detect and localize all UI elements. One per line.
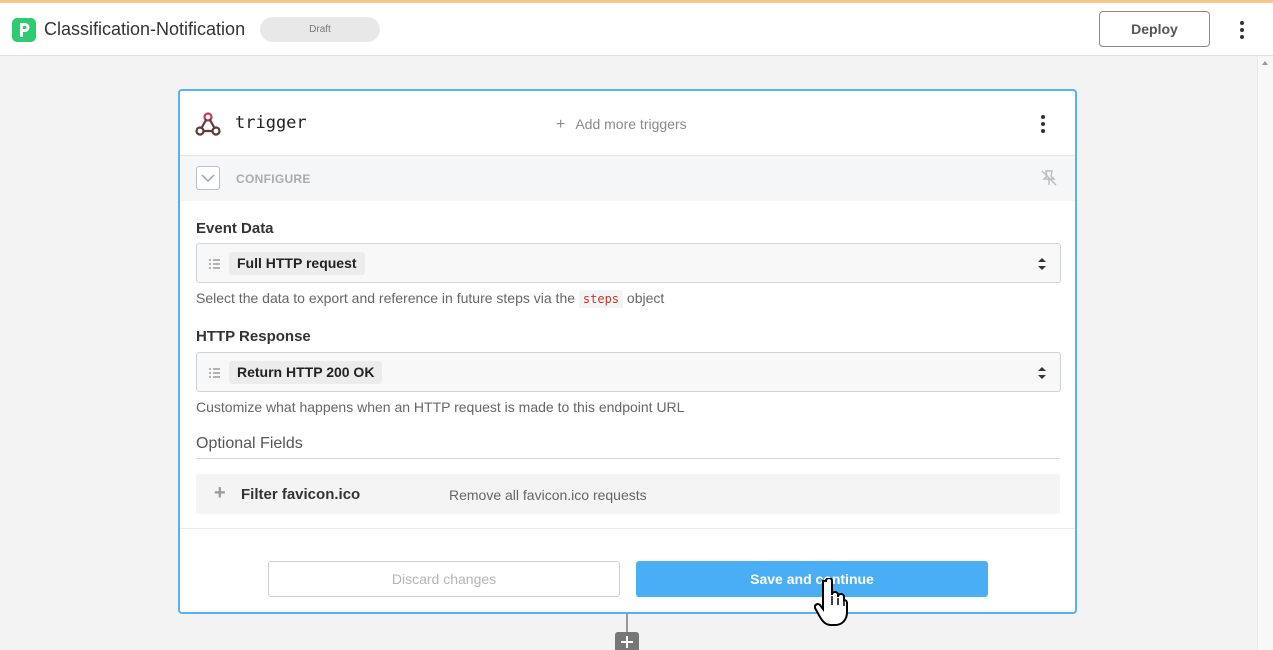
workflow-title[interactable]: Classification-Notification — [44, 19, 245, 40]
step-title[interactable]: trigger — [235, 113, 307, 133]
steps-code: steps — [578, 290, 624, 308]
configure-section-header[interactable]: CONFIGURE — [180, 155, 1075, 201]
plus-icon[interactable]: + — [214, 482, 226, 505]
optional-field-row[interactable]: + Filter favicon.ico Remove all favicon.… — [196, 474, 1060, 514]
status-badge: Draft — [260, 17, 380, 42]
hand-pointer-cursor-icon — [813, 577, 848, 631]
event-data-help: Select the data to export and reference … — [196, 290, 665, 308]
step-menu-icon[interactable] — [1033, 112, 1053, 136]
optional-field-description: Remove all favicon.ico requests — [449, 487, 647, 503]
collapse-toggle-button[interactable] — [196, 166, 220, 190]
unpin-icon[interactable] — [1040, 169, 1058, 192]
selected-value-chip: Full HTTP request — [229, 252, 365, 275]
vertical-scrollbar[interactable] — [1257, 56, 1273, 650]
list-icon — [209, 368, 220, 378]
scroll-up-arrow-icon[interactable] — [1262, 61, 1268, 65]
plus-icon: + — [556, 116, 566, 133]
list-icon — [209, 259, 220, 269]
event-data-select[interactable]: Full HTTP request — [196, 243, 1061, 283]
configure-label: CONFIGURE — [236, 172, 311, 186]
save-and-continue-button[interactable]: Save and continue — [636, 561, 988, 597]
optional-fields-heading: Optional Fields — [196, 435, 1060, 459]
pipedream-logo-icon[interactable] — [12, 18, 36, 42]
webhook-icon — [195, 111, 221, 142]
divider — [180, 528, 1075, 529]
step-connector-line — [626, 614, 628, 632]
deploy-button[interactable]: Deploy — [1099, 11, 1210, 47]
http-response-select[interactable]: Return HTTP 200 OK — [196, 352, 1061, 392]
add-more-triggers-link[interactable]: + Add more triggers — [556, 116, 687, 134]
select-arrows-icon — [1038, 367, 1046, 379]
help-text: Select the data to export and reference … — [196, 290, 576, 306]
header-menu-icon[interactable] — [1232, 18, 1252, 42]
add-step-plus-icon[interactable] — [615, 632, 639, 650]
app-header: Classification-Notification Draft Deploy — [0, 3, 1273, 56]
discard-changes-button[interactable]: Discard changes — [268, 561, 620, 597]
help-text-suffix: object — [626, 290, 665, 306]
add-more-triggers-label: Add more triggers — [575, 116, 687, 132]
http-response-help: Customize what happens when an HTTP requ… — [196, 399, 685, 415]
event-data-label: Event Data — [196, 220, 274, 237]
selected-value-chip: Return HTTP 200 OK — [229, 361, 383, 384]
chevron-down-icon — [201, 174, 215, 183]
optional-field-name[interactable]: Filter favicon.ico — [241, 486, 360, 503]
select-arrows-icon — [1038, 258, 1046, 270]
http-response-label: HTTP Response — [196, 328, 311, 345]
trigger-step-card: trigger + Add more triggers CONFIGURE Eve… — [178, 89, 1077, 614]
